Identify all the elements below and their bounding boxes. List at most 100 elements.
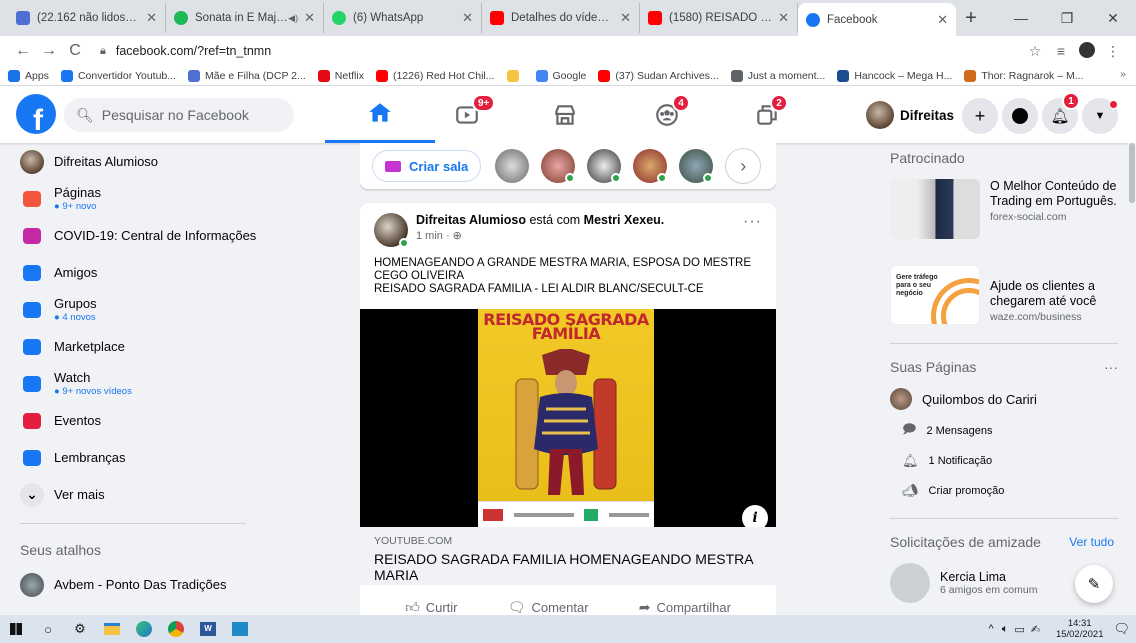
page-action-item[interactable]: 🔔︎ 1 Notificação: [878, 446, 1128, 476]
video-thumbnail[interactable]: REISADO SAGRADA FAMÍLIA i: [360, 309, 776, 527]
settings-gear-icon[interactable]: ⚙: [64, 615, 96, 643]
url-field[interactable]: 🔒︎ facebook.com/?ref=tn_tnmn: [96, 39, 1022, 63]
post-tagged-user[interactable]: Mestri Xexeu.: [584, 213, 665, 227]
like-button[interactable]: 👍︎ Curtir: [405, 595, 457, 615]
pages-options-button[interactable]: ···: [1104, 359, 1118, 375]
link-preview[interactable]: YOUTUBE.COM REISADO SAGRADA FAMILIA HOME…: [360, 527, 776, 585]
bookmark-item[interactable]: Convertidor Youtub...: [60, 69, 176, 82]
sponsored-ad[interactable]: O Melhor Conteúdo de Trading em Portuguê…: [878, 173, 1128, 245]
battery-icon[interactable]: ▭: [1014, 623, 1024, 636]
share-button[interactable]: ➦ Compartilhar: [639, 595, 731, 615]
sidebar-item[interactable]: Grupos ● 4 novos: [8, 291, 348, 328]
page-action-item[interactable]: 🗩 2 Mensagens: [878, 416, 1128, 446]
bookmark-item[interactable]: Hancock – Mega H...: [837, 69, 952, 82]
close-window-button[interactable]: ✕: [1090, 0, 1136, 36]
bookmark-item[interactable]: Google: [535, 69, 586, 82]
sidebar-item[interactable]: Marketplace: [8, 328, 348, 365]
sponsored-ad[interactable]: Gere tráfego para o seu negócio Ajude os…: [878, 259, 1128, 331]
contact-avatar[interactable]: [679, 149, 714, 183]
audio-playing-icon[interactable]: ◀): [288, 13, 298, 24]
comment-button[interactable]: 🗨︎ Comentar: [508, 595, 589, 615]
menu-icon[interactable]: ⋮: [1100, 43, 1126, 60]
post-timestamp[interactable]: 1 min · ⊕: [416, 229, 743, 242]
page-scrollbar[interactable]: [1128, 143, 1136, 615]
post-author-avatar[interactable]: [374, 213, 409, 248]
account-menu-button[interactable]: ▼: [1082, 98, 1118, 134]
scroll-thumb[interactable]: [1129, 143, 1135, 203]
browser-tab-active[interactable]: Facebook ✕: [798, 3, 956, 36]
movie-maker-icon[interactable]: [224, 615, 256, 643]
contact-avatar[interactable]: [541, 149, 576, 183]
forward-icon[interactable]: →: [36, 42, 62, 60]
messenger-button[interactable]: [1002, 98, 1038, 134]
chrome-browser-icon[interactable]: [160, 615, 192, 643]
browser-tab[interactable]: Sonata in E Major, \ ◀) ✕: [166, 3, 324, 33]
close-tab-icon[interactable]: ✕: [778, 10, 789, 26]
sidebar-item[interactable]: ⌄ Ver mais: [8, 476, 348, 513]
tab-groups[interactable]: 4: [612, 86, 722, 143]
minimize-button[interactable]: —: [998, 0, 1044, 36]
sidebar-item[interactable]: Eventos: [8, 402, 348, 439]
extension-avatar-icon[interactable]: [1074, 41, 1100, 61]
post-author[interactable]: Difreitas Alumioso: [416, 213, 526, 227]
bookmark-item[interactable]: Just a moment...: [730, 69, 825, 82]
tab-gaming[interactable]: 2: [712, 86, 822, 143]
contact-avatar[interactable]: [633, 149, 668, 183]
sidebar-item[interactable]: Lembranças: [8, 439, 348, 476]
tab-marketplace[interactable]: [510, 86, 620, 143]
close-tab-icon[interactable]: ✕: [304, 10, 315, 26]
notification-center-icon[interactable]: 🗨︎: [1113, 621, 1130, 637]
see-all-link[interactable]: Ver tudo: [1069, 535, 1114, 549]
tab-watch[interactable]: 9+: [412, 86, 522, 143]
notifications-button[interactable]: 🔔︎ 1: [1042, 92, 1080, 134]
close-tab-icon[interactable]: ✕: [620, 10, 631, 26]
bookmarks-more-icon[interactable]: »: [1120, 68, 1126, 80]
bookmark-item[interactable]: Apps: [8, 69, 49, 82]
chevron-up-icon[interactable]: ^: [989, 623, 994, 635]
file-explorer-icon[interactable]: [96, 615, 128, 643]
search-icon[interactable]: ○: [32, 615, 64, 643]
shortcut-item[interactable]: Avbem - Ponto Das Tradições: [8, 566, 348, 603]
bookmark-item[interactable]: (1226) Red Hot Chil...: [375, 69, 495, 82]
star-icon[interactable]: ☆: [1022, 43, 1048, 60]
browser-tab[interactable]: (6) WhatsApp ✕: [324, 3, 482, 33]
bookmark-item[interactable]: Thor: Ragnarok – M...: [964, 69, 1083, 82]
info-icon[interactable]: i: [742, 505, 768, 527]
close-tab-icon[interactable]: ✕: [146, 10, 157, 26]
volume-icon[interactable]: 🔈︎: [1002, 623, 1009, 636]
sidebar-item[interactable]: Páginas ● 9+ novo: [8, 180, 348, 217]
close-tab-icon[interactable]: ✕: [462, 10, 473, 26]
rooms-next-button[interactable]: ›: [725, 148, 762, 184]
create-room-button[interactable]: Criar sala: [372, 150, 482, 182]
word-icon[interactable]: W: [192, 615, 224, 643]
sidebar-item[interactable]: Difreitas Alumioso: [8, 143, 348, 180]
bookmark-item[interactable]: (37) Sudan Archives...: [598, 69, 719, 82]
facebook-logo-icon[interactable]: f: [16, 94, 56, 134]
create-button[interactable]: +: [962, 98, 998, 134]
page-action-item[interactable]: 📣︎ Criar promoção: [878, 476, 1128, 506]
profile-button[interactable]: Difreitas: [862, 98, 962, 132]
close-tab-icon[interactable]: ✕: [937, 12, 948, 28]
sidebar-item[interactable]: Watch ● 9+ novos vídeos: [8, 365, 348, 402]
contact-avatar[interactable]: [495, 149, 530, 183]
windows-start-icon[interactable]: [0, 615, 32, 643]
contact-avatar[interactable]: [587, 149, 622, 183]
new-tab-button[interactable]: +: [956, 3, 986, 33]
sidebar-item[interactable]: COVID-19: Central de Informações: [8, 217, 348, 254]
bookmark-item[interactable]: Netflix: [317, 69, 364, 82]
browser-tab[interactable]: (1580) REISADO SAGRA ✕: [640, 3, 798, 33]
playlist-icon[interactable]: ≡: [1048, 43, 1074, 59]
clock[interactable]: 14:31 15/02/2021: [1056, 618, 1104, 640]
bookmark-item[interactable]: Mãe e Filha (DCP 2...: [188, 69, 306, 82]
search-input[interactable]: 🔍︎ Pesquisar no Facebook: [64, 98, 294, 132]
sidebar-item[interactable]: Amigos: [8, 254, 348, 291]
back-icon[interactable]: ←: [10, 42, 36, 60]
post-options-button[interactable]: ···: [743, 213, 762, 247]
edge-browser-icon[interactable]: [128, 615, 160, 643]
browser-tab[interactable]: (22.162 não lidos) - fran ✕: [8, 3, 166, 33]
reload-icon[interactable]: C: [62, 42, 88, 60]
browser-tab[interactable]: Detalhes do vídeo - You ✕: [482, 3, 640, 33]
bookmark-item[interactable]: [506, 69, 524, 82]
pen-icon[interactable]: ✍︎: [1031, 623, 1040, 636]
maximize-button[interactable]: ❐: [1044, 0, 1090, 36]
